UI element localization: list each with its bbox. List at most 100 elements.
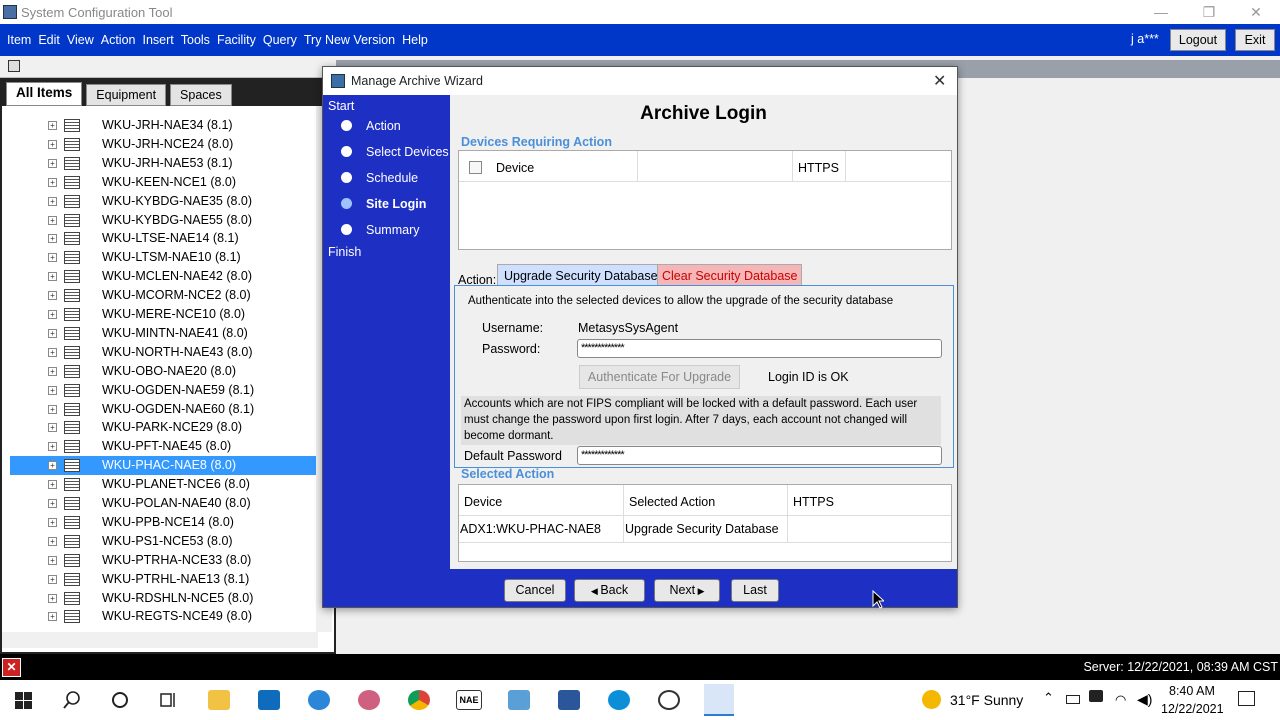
tree-item[interactable]: + WKU-OGDEN-NAE59 (8.1) [10, 381, 317, 400]
expand-icon[interactable]: + [48, 347, 57, 357]
maximize-button[interactable]: ❐ [1186, 0, 1232, 24]
expand-icon[interactable]: + [48, 310, 57, 319]
menu-item[interactable]: View [67, 33, 94, 47]
search-icon[interactable] [63, 691, 81, 709]
expand-icon[interactable]: + [48, 517, 57, 527]
expand-icon[interactable]: + [48, 121, 57, 130]
tree-item[interactable]: + WKU-RDSHLN-NCE5 (8.0) [10, 589, 317, 608]
expand-icon[interactable]: + [48, 461, 57, 471]
task-view-icon[interactable] [159, 691, 177, 709]
tree-item[interactable]: + WKU-KEEN-NCE1 (8.0) [10, 173, 317, 192]
cancel-button[interactable]: Cancel [504, 579, 566, 602]
menu-item[interactable]: Item [7, 33, 31, 47]
expand-icon[interactable]: + [48, 499, 57, 508]
expand-icon[interactable]: + [48, 442, 57, 452]
tree-horizontal-scrollbar[interactable] [2, 632, 318, 648]
tree-item[interactable]: + WKU-JRH-NAE53 (8.1) [10, 154, 317, 173]
home-icon[interactable] [8, 60, 20, 72]
expand-icon[interactable]: + [48, 328, 57, 338]
expand-icon[interactable]: + [48, 158, 57, 168]
tree-item[interactable]: + WKU-OBO-NAE20 (8.0) [10, 362, 317, 381]
expand-icon[interactable]: + [48, 404, 57, 414]
error-indicator-icon[interactable]: ✕ [2, 658, 21, 677]
expand-icon[interactable]: + [48, 196, 57, 206]
back-button[interactable]: ◀ Back [574, 579, 645, 602]
weather-text[interactable]: 31°F Sunny [950, 692, 1023, 708]
password-input[interactable]: ************* [577, 339, 942, 358]
clock-date[interactable]: 12/22/2021 [1161, 702, 1224, 716]
windows-start-icon[interactable] [15, 692, 32, 709]
tab-spaces[interactable]: Spaces [170, 84, 232, 106]
tab-all-items[interactable]: All Items [6, 82, 83, 106]
cortana-icon[interactable] [111, 691, 129, 709]
battery-icon[interactable] [1066, 695, 1080, 704]
gpt-app-icon[interactable] [658, 690, 680, 710]
wifi-icon[interactable]: ◠ [1115, 692, 1126, 708]
tree-item[interactable]: + WKU-MCORM-NCE2 (8.0) [10, 286, 317, 305]
tree-item[interactable]: + WKU-JRH-NAE34 (8.1) [10, 116, 317, 135]
expand-icon[interactable]: + [48, 574, 57, 584]
expand-icon[interactable]: + [48, 139, 57, 149]
tab-equipment[interactable]: Equipment [86, 84, 167, 106]
system-configuration-tool-taskbar-icon[interactable] [704, 684, 734, 716]
tree-item[interactable]: + WKU-PARK-NCE29 (8.0) [10, 418, 317, 437]
tree-item[interactable]: + WKU-MINTN-NAE41 (8.0) [10, 324, 317, 343]
tree-item[interactable]: + WKU-PHAC-NAE8 (8.0) [10, 456, 317, 476]
tree-item[interactable]: + WKU-MERE-NCE10 (8.0) [10, 305, 317, 324]
expand-icon[interactable]: + [48, 423, 57, 433]
tree-item[interactable]: + WKU-PPB-NCE14 (8.0) [10, 513, 317, 532]
notifications-icon[interactable] [1238, 691, 1255, 706]
expand-icon[interactable]: + [48, 177, 57, 187]
menu-item[interactable]: Action [101, 33, 136, 47]
expand-icon[interactable]: + [48, 366, 57, 376]
expand-icon[interactable]: + [48, 385, 57, 395]
expand-icon[interactable]: + [48, 234, 57, 244]
logout-button[interactable]: Logout [1170, 29, 1226, 51]
menu-item[interactable]: Try New Version [304, 33, 395, 47]
volume-icon[interactable]: ◀) [1137, 691, 1152, 708]
tree-item[interactable]: + WKU-LTSE-NAE14 (8.1) [10, 229, 317, 248]
expand-icon[interactable]: + [48, 536, 57, 546]
app-window-icon[interactable] [508, 690, 530, 710]
expand-icon[interactable]: + [48, 215, 57, 225]
expand-icon[interactable]: + [48, 555, 57, 565]
file-explorer-icon[interactable] [208, 690, 230, 710]
tree-item[interactable]: + WKU-OGDEN-NAE60 (8.1) [10, 400, 317, 419]
expand-icon[interactable]: + [48, 291, 57, 301]
authenticate-for-upgrade-button[interactable]: Authenticate For Upgrade [579, 365, 740, 389]
internet-explorer-icon[interactable] [308, 690, 330, 710]
tree-item[interactable]: + WKU-PTRHL-NAE13 (8.1) [10, 570, 317, 589]
default-password-input[interactable]: ************* [577, 446, 942, 465]
tab-upgrade-security-database[interactable]: Upgrade Security Database [497, 264, 665, 286]
word-icon[interactable] [558, 690, 580, 710]
expand-icon[interactable]: + [48, 253, 57, 263]
tree-item[interactable]: + WKU-PS1-NCE53 (8.0) [10, 532, 317, 551]
tree-item[interactable]: + WKU-KYBDG-NAE35 (8.0) [10, 192, 317, 211]
chevron-up-icon[interactable]: ⌃ [1043, 690, 1054, 706]
dropbox-icon[interactable] [1089, 690, 1103, 702]
next-button[interactable]: Next ▶ [654, 579, 720, 602]
tree-item[interactable]: + WKU-KYBDG-NAE55 (8.0) [10, 211, 317, 230]
last-button[interactable]: Last [731, 579, 779, 602]
menu-item[interactable]: Query [263, 33, 297, 47]
select-all-checkbox[interactable] [469, 161, 482, 174]
menu-item[interactable]: Edit [38, 33, 60, 47]
menu-item[interactable]: Help [402, 33, 428, 47]
expand-icon[interactable]: + [48, 272, 57, 282]
menu-item[interactable]: Insert [142, 33, 173, 47]
tree-item[interactable]: + WKU-PLANET-NCE6 (8.0) [10, 475, 317, 494]
tree-item[interactable]: + WKU-REGTS-NCE49 (8.0) [10, 607, 317, 626]
menu-item[interactable]: Facility [217, 33, 256, 47]
dialog-close-button[interactable]: ✕ [933, 71, 946, 91]
chrome-icon[interactable] [408, 690, 430, 710]
clock-time[interactable]: 8:40 AM [1169, 684, 1215, 698]
tree-item[interactable]: + WKU-JRH-NCE24 (8.0) [10, 135, 317, 154]
outlook-icon[interactable] [258, 690, 280, 710]
menu-item[interactable]: Tools [181, 33, 210, 47]
edge-icon[interactable] [608, 690, 630, 710]
minimize-button[interactable]: — [1138, 0, 1184, 24]
close-window-button[interactable]: ✕ [1233, 0, 1279, 24]
exit-button[interactable]: Exit [1235, 29, 1275, 51]
tree-item[interactable]: + WKU-PFT-NAE45 (8.0) [10, 437, 317, 456]
expand-icon[interactable]: + [48, 480, 57, 490]
